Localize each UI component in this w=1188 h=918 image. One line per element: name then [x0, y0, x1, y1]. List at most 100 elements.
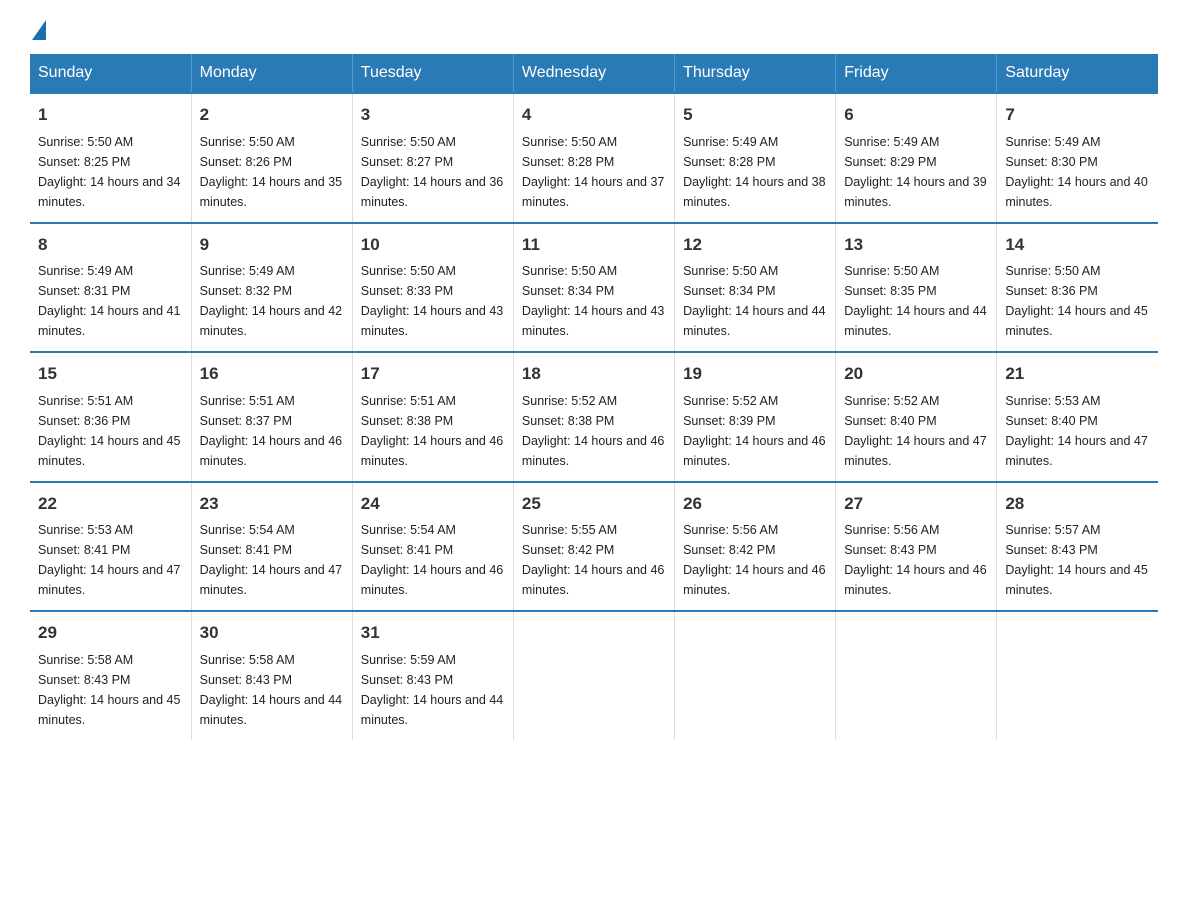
day-number: 15	[38, 361, 183, 387]
day-info: Sunrise: 5:51 AMSunset: 8:38 PMDaylight:…	[361, 394, 503, 468]
day-info: Sunrise: 5:50 AMSunset: 8:26 PMDaylight:…	[200, 135, 342, 209]
day-info: Sunrise: 5:55 AMSunset: 8:42 PMDaylight:…	[522, 523, 664, 597]
calendar-cell-week2-day1: 9 Sunrise: 5:49 AMSunset: 8:32 PMDayligh…	[191, 223, 352, 353]
calendar-cell-week1-day6: 7 Sunrise: 5:49 AMSunset: 8:30 PMDayligh…	[997, 93, 1158, 223]
calendar-cell-week5-day1: 30 Sunrise: 5:58 AMSunset: 8:43 PMDaylig…	[191, 611, 352, 740]
day-number: 25	[522, 491, 666, 517]
weekday-header-thursday: Thursday	[675, 54, 836, 93]
day-number: 1	[38, 102, 183, 128]
day-number: 2	[200, 102, 344, 128]
day-number: 11	[522, 232, 666, 258]
day-number: 24	[361, 491, 505, 517]
day-info: Sunrise: 5:51 AMSunset: 8:37 PMDaylight:…	[200, 394, 342, 468]
day-number: 9	[200, 232, 344, 258]
calendar-cell-week3-day3: 18 Sunrise: 5:52 AMSunset: 8:38 PMDaylig…	[513, 352, 674, 482]
calendar-cell-week3-day1: 16 Sunrise: 5:51 AMSunset: 8:37 PMDaylig…	[191, 352, 352, 482]
calendar-cell-week3-day5: 20 Sunrise: 5:52 AMSunset: 8:40 PMDaylig…	[836, 352, 997, 482]
day-number: 30	[200, 620, 344, 646]
day-number: 28	[1005, 491, 1150, 517]
calendar-cell-week5-day4	[675, 611, 836, 740]
day-info: Sunrise: 5:54 AMSunset: 8:41 PMDaylight:…	[200, 523, 342, 597]
calendar-cell-week2-day5: 13 Sunrise: 5:50 AMSunset: 8:35 PMDaylig…	[836, 223, 997, 353]
weekday-header-friday: Friday	[836, 54, 997, 93]
day-number: 21	[1005, 361, 1150, 387]
calendar-cell-week3-day4: 19 Sunrise: 5:52 AMSunset: 8:39 PMDaylig…	[675, 352, 836, 482]
calendar-cell-week5-day3	[513, 611, 674, 740]
day-info: Sunrise: 5:59 AMSunset: 8:43 PMDaylight:…	[361, 653, 503, 727]
calendar-cell-week2-day2: 10 Sunrise: 5:50 AMSunset: 8:33 PMDaylig…	[352, 223, 513, 353]
calendar-cell-week1-day5: 6 Sunrise: 5:49 AMSunset: 8:29 PMDayligh…	[836, 93, 997, 223]
weekday-header-monday: Monday	[191, 54, 352, 93]
calendar-cell-week5-day5	[836, 611, 997, 740]
day-number: 19	[683, 361, 827, 387]
day-number: 22	[38, 491, 183, 517]
calendar-cell-week1-day0: 1 Sunrise: 5:50 AMSunset: 8:25 PMDayligh…	[30, 93, 191, 223]
day-info: Sunrise: 5:49 AMSunset: 8:28 PMDaylight:…	[683, 135, 825, 209]
day-info: Sunrise: 5:54 AMSunset: 8:41 PMDaylight:…	[361, 523, 503, 597]
day-number: 31	[361, 620, 505, 646]
day-info: Sunrise: 5:50 AMSunset: 8:27 PMDaylight:…	[361, 135, 503, 209]
day-number: 4	[522, 102, 666, 128]
calendar-week-3: 15 Sunrise: 5:51 AMSunset: 8:36 PMDaylig…	[30, 352, 1158, 482]
day-info: Sunrise: 5:57 AMSunset: 8:43 PMDaylight:…	[1005, 523, 1147, 597]
day-info: Sunrise: 5:50 AMSunset: 8:25 PMDaylight:…	[38, 135, 180, 209]
calendar-header: SundayMondayTuesdayWednesdayThursdayFrid…	[30, 54, 1158, 93]
calendar-body: 1 Sunrise: 5:50 AMSunset: 8:25 PMDayligh…	[30, 93, 1158, 740]
weekday-header-tuesday: Tuesday	[352, 54, 513, 93]
day-info: Sunrise: 5:49 AMSunset: 8:31 PMDaylight:…	[38, 264, 180, 338]
calendar-cell-week3-day0: 15 Sunrise: 5:51 AMSunset: 8:36 PMDaylig…	[30, 352, 191, 482]
day-info: Sunrise: 5:50 AMSunset: 8:33 PMDaylight:…	[361, 264, 503, 338]
day-info: Sunrise: 5:52 AMSunset: 8:39 PMDaylight:…	[683, 394, 825, 468]
calendar-cell-week1-day2: 3 Sunrise: 5:50 AMSunset: 8:27 PMDayligh…	[352, 93, 513, 223]
weekday-header-saturday: Saturday	[997, 54, 1158, 93]
day-info: Sunrise: 5:50 AMSunset: 8:34 PMDaylight:…	[683, 264, 825, 338]
calendar-cell-week4-day1: 23 Sunrise: 5:54 AMSunset: 8:41 PMDaylig…	[191, 482, 352, 612]
calendar-table: SundayMondayTuesdayWednesdayThursdayFrid…	[30, 54, 1158, 740]
weekday-header-row: SundayMondayTuesdayWednesdayThursdayFrid…	[30, 54, 1158, 93]
day-info: Sunrise: 5:51 AMSunset: 8:36 PMDaylight:…	[38, 394, 180, 468]
calendar-week-5: 29 Sunrise: 5:58 AMSunset: 8:43 PMDaylig…	[30, 611, 1158, 740]
calendar-cell-week5-day0: 29 Sunrise: 5:58 AMSunset: 8:43 PMDaylig…	[30, 611, 191, 740]
day-number: 6	[844, 102, 988, 128]
day-number: 20	[844, 361, 988, 387]
calendar-cell-week2-day0: 8 Sunrise: 5:49 AMSunset: 8:31 PMDayligh…	[30, 223, 191, 353]
day-info: Sunrise: 5:52 AMSunset: 8:40 PMDaylight:…	[844, 394, 986, 468]
day-info: Sunrise: 5:56 AMSunset: 8:42 PMDaylight:…	[683, 523, 825, 597]
page-header	[30, 20, 1158, 38]
day-info: Sunrise: 5:50 AMSunset: 8:28 PMDaylight:…	[522, 135, 664, 209]
day-info: Sunrise: 5:49 AMSunset: 8:32 PMDaylight:…	[200, 264, 342, 338]
day-number: 16	[200, 361, 344, 387]
day-info: Sunrise: 5:49 AMSunset: 8:30 PMDaylight:…	[1005, 135, 1147, 209]
day-info: Sunrise: 5:49 AMSunset: 8:29 PMDaylight:…	[844, 135, 986, 209]
calendar-week-4: 22 Sunrise: 5:53 AMSunset: 8:41 PMDaylig…	[30, 482, 1158, 612]
calendar-cell-week5-day6	[997, 611, 1158, 740]
day-number: 29	[38, 620, 183, 646]
calendar-cell-week4-day3: 25 Sunrise: 5:55 AMSunset: 8:42 PMDaylig…	[513, 482, 674, 612]
calendar-cell-week1-day1: 2 Sunrise: 5:50 AMSunset: 8:26 PMDayligh…	[191, 93, 352, 223]
day-info: Sunrise: 5:53 AMSunset: 8:41 PMDaylight:…	[38, 523, 180, 597]
weekday-header-wednesday: Wednesday	[513, 54, 674, 93]
day-info: Sunrise: 5:58 AMSunset: 8:43 PMDaylight:…	[38, 653, 180, 727]
day-number: 10	[361, 232, 505, 258]
logo	[30, 20, 46, 38]
day-number: 27	[844, 491, 988, 517]
calendar-cell-week1-day3: 4 Sunrise: 5:50 AMSunset: 8:28 PMDayligh…	[513, 93, 674, 223]
day-number: 17	[361, 361, 505, 387]
calendar-cell-week5-day2: 31 Sunrise: 5:59 AMSunset: 8:43 PMDaylig…	[352, 611, 513, 740]
day-number: 8	[38, 232, 183, 258]
calendar-week-2: 8 Sunrise: 5:49 AMSunset: 8:31 PMDayligh…	[30, 223, 1158, 353]
weekday-header-sunday: Sunday	[30, 54, 191, 93]
day-number: 14	[1005, 232, 1150, 258]
calendar-cell-week2-day3: 11 Sunrise: 5:50 AMSunset: 8:34 PMDaylig…	[513, 223, 674, 353]
day-number: 23	[200, 491, 344, 517]
calendar-cell-week4-day4: 26 Sunrise: 5:56 AMSunset: 8:42 PMDaylig…	[675, 482, 836, 612]
day-number: 5	[683, 102, 827, 128]
day-number: 26	[683, 491, 827, 517]
day-info: Sunrise: 5:50 AMSunset: 8:36 PMDaylight:…	[1005, 264, 1147, 338]
day-info: Sunrise: 5:52 AMSunset: 8:38 PMDaylight:…	[522, 394, 664, 468]
calendar-cell-week2-day6: 14 Sunrise: 5:50 AMSunset: 8:36 PMDaylig…	[997, 223, 1158, 353]
calendar-cell-week4-day2: 24 Sunrise: 5:54 AMSunset: 8:41 PMDaylig…	[352, 482, 513, 612]
calendar-cell-week3-day2: 17 Sunrise: 5:51 AMSunset: 8:38 PMDaylig…	[352, 352, 513, 482]
calendar-cell-week4-day5: 27 Sunrise: 5:56 AMSunset: 8:43 PMDaylig…	[836, 482, 997, 612]
day-info: Sunrise: 5:58 AMSunset: 8:43 PMDaylight:…	[200, 653, 342, 727]
